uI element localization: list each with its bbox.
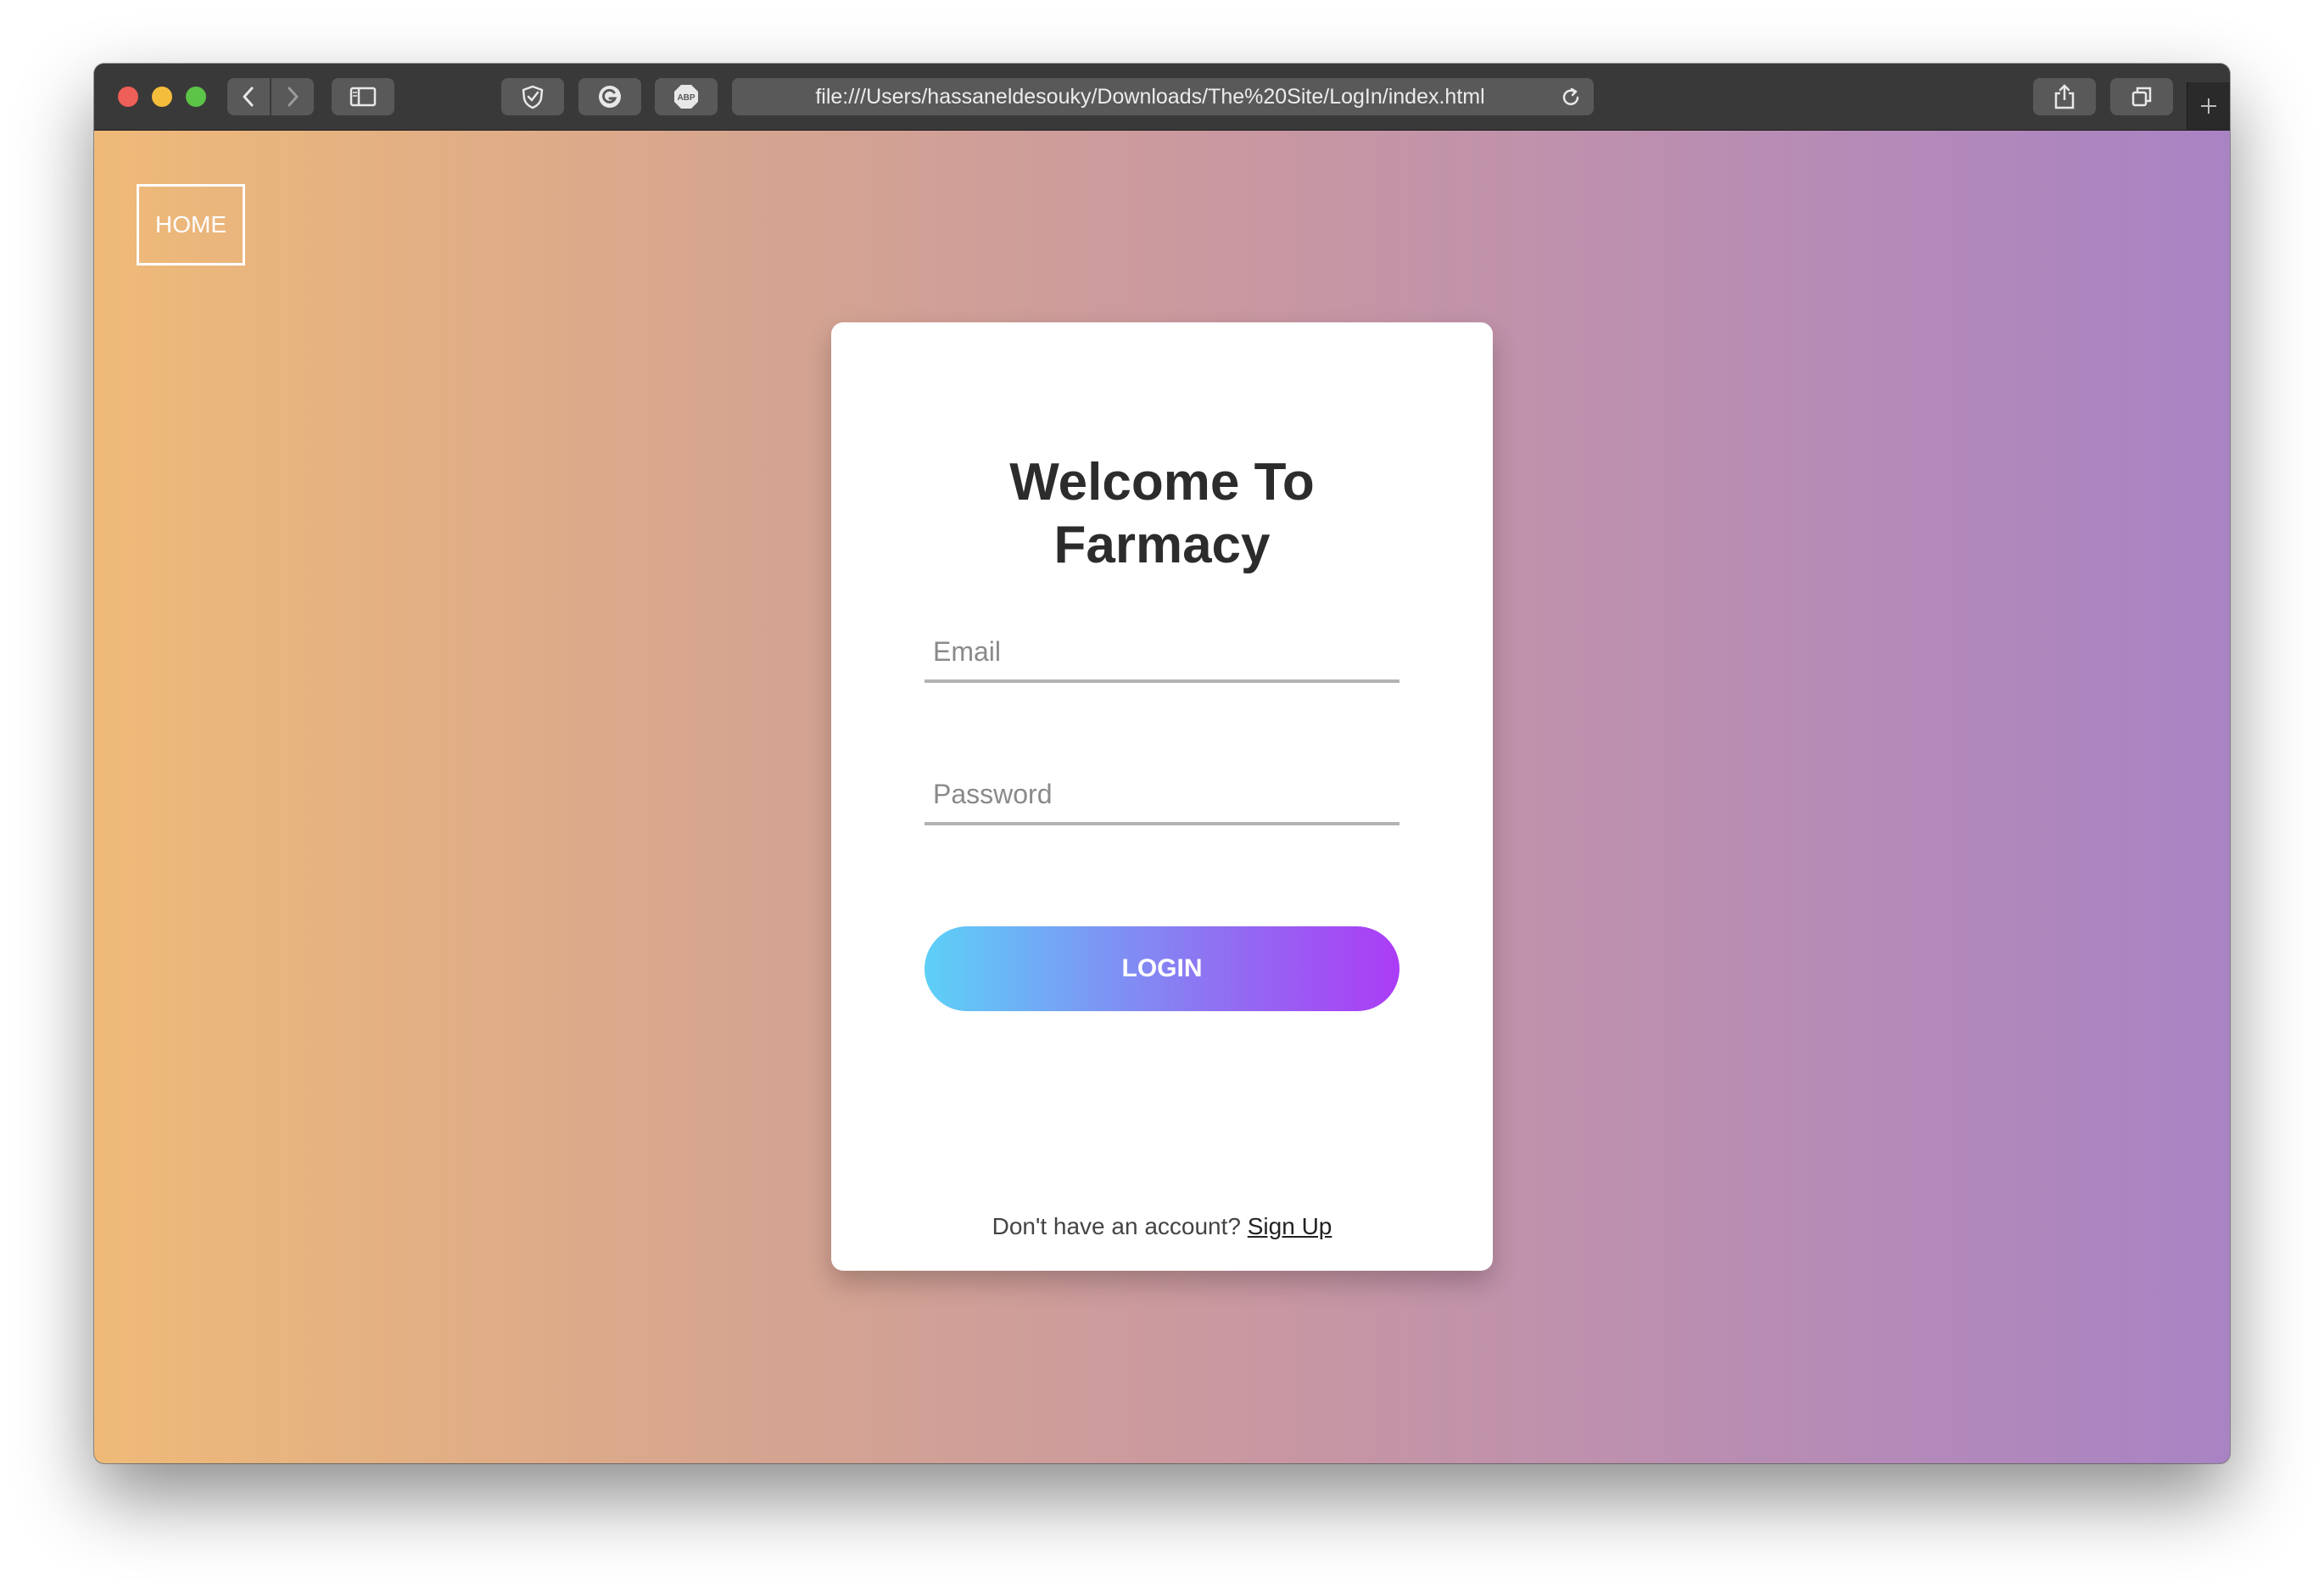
reload-icon[interactable]	[1560, 87, 1582, 109]
login-button[interactable]: LOGIN	[925, 926, 1399, 1011]
sidebar-icon	[349, 87, 377, 107]
forward-icon	[288, 87, 299, 107]
browser-toolbar: ABP file:///Users/hassaneldesouky/Downlo…	[94, 64, 2230, 131]
back-button[interactable]	[227, 78, 270, 115]
browser-window: ABP file:///Users/hassaneldesouky/Downlo…	[94, 64, 2230, 1463]
back-icon	[243, 87, 254, 107]
grammarly-icon	[599, 86, 621, 108]
maximize-window-button[interactable]	[186, 87, 206, 107]
close-window-button[interactable]	[118, 87, 138, 107]
sidebar-button[interactable]	[332, 78, 394, 115]
signup-link[interactable]: Sign Up	[1248, 1213, 1332, 1239]
address-bar-url: file:///Users/hassaneldesouky/Downloads/…	[815, 85, 1485, 109]
share-icon	[2054, 84, 2075, 109]
home-button[interactable]: HOME	[137, 184, 245, 266]
new-tab-button[interactable]	[2187, 82, 2230, 130]
signup-prompt: Don't have an account? Sign Up	[831, 1213, 1493, 1240]
adblock-button[interactable]: ABP	[655, 78, 718, 115]
forward-button[interactable]	[271, 78, 314, 115]
new-tab-icon	[2201, 98, 2216, 114]
shield-extension-button[interactable]	[501, 78, 564, 115]
svg-text:ABP: ABP	[677, 93, 695, 103]
adblock-icon: ABP	[674, 85, 698, 109]
tabs-overview-button[interactable]	[2110, 78, 2173, 115]
page-viewport: HOME Welcome To Farmacy LOGIN Don't have…	[94, 131, 2230, 1463]
password-field[interactable]	[925, 766, 1399, 825]
login-title: Welcome To Farmacy	[831, 451, 1493, 577]
tabs-overview-icon	[2131, 87, 2152, 107]
shield-extension-icon	[522, 85, 544, 109]
signup-prompt-text: Don't have an account?	[992, 1213, 1241, 1239]
login-card: Welcome To Farmacy LOGIN Don't have an a…	[831, 322, 1493, 1271]
share-button[interactable]	[2033, 78, 2096, 115]
minimize-window-button[interactable]	[152, 87, 172, 107]
grammarly-button[interactable]	[578, 78, 641, 115]
address-bar[interactable]: file:///Users/hassaneldesouky/Downloads/…	[732, 78, 1594, 115]
login-title-text: Welcome To Farmacy	[1009, 453, 1315, 574]
email-field[interactable]	[925, 623, 1399, 683]
